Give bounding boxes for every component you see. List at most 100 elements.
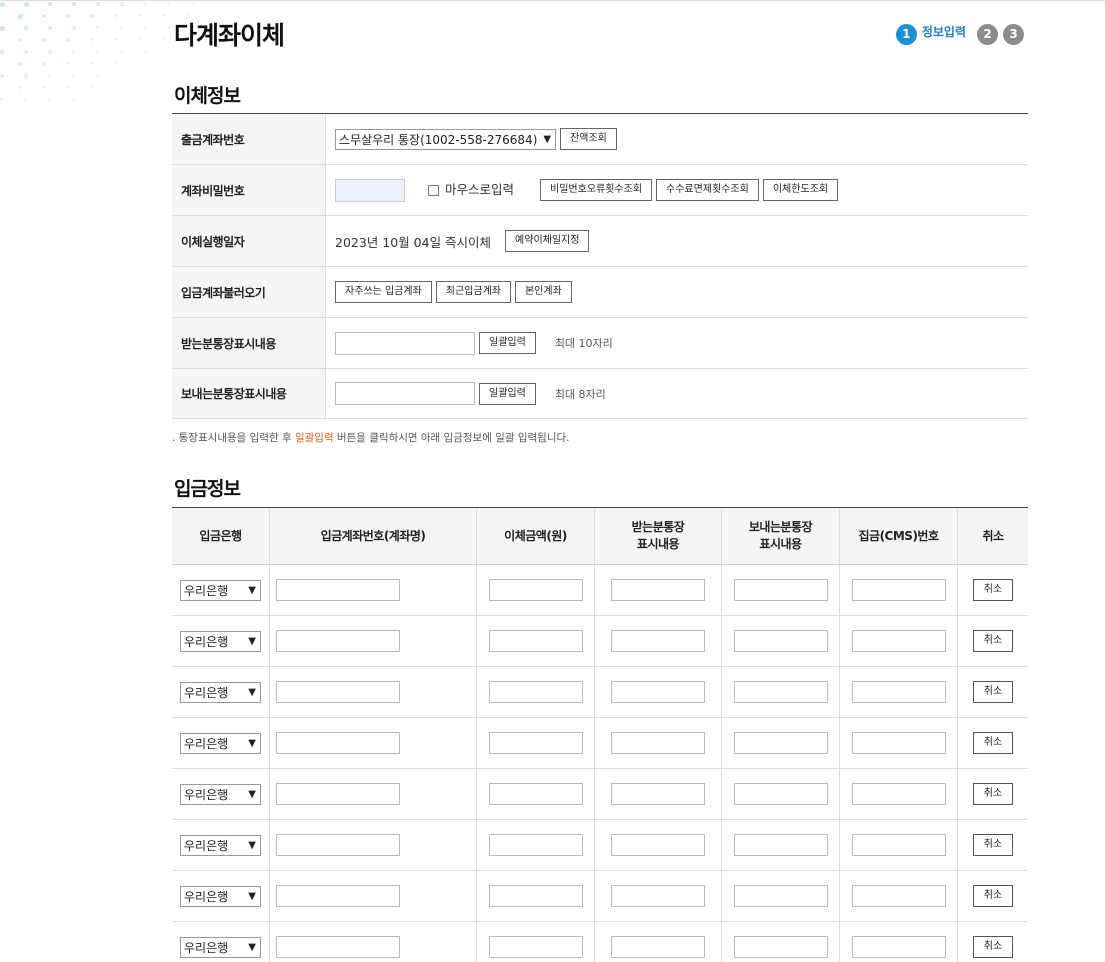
receiver-memo-cell bbox=[595, 616, 722, 666]
deposit-account-input[interactable] bbox=[276, 579, 400, 601]
decorative-dot bbox=[42, 62, 46, 66]
mouse-input-checkbox[interactable] bbox=[428, 184, 439, 196]
receiver-memo-row-input[interactable] bbox=[611, 783, 705, 805]
amount-input[interactable] bbox=[488, 681, 583, 703]
sender-memo-row-input[interactable] bbox=[733, 783, 828, 805]
withdraw-account-row: 출금계좌번호 스무살우리 통장(1002-558-276684) ▼ 잔액조회 bbox=[172, 114, 1028, 165]
amount-input[interactable] bbox=[488, 834, 583, 856]
sender-memo-bulk-button[interactable]: 일괄입력 bbox=[479, 382, 536, 405]
deposit-info-title: 입금정보 bbox=[174, 478, 241, 500]
decorative-dot bbox=[0, 2, 5, 7]
receiver-memo-row-input[interactable] bbox=[611, 732, 705, 754]
amount-input[interactable] bbox=[488, 732, 583, 754]
balance-inquiry-button[interactable]: 잔액조회 bbox=[560, 128, 617, 150]
own-account-button[interactable]: 본인계좌 bbox=[514, 281, 572, 303]
sender-memo-row-input[interactable] bbox=[733, 681, 828, 703]
password-row: 계좌비밀번호 마우스로입력 비밀번호오류횟수조회 수수료면제횟수조회 이체한도조… bbox=[172, 165, 1028, 216]
bank-select[interactable]: 우리은행 ▼ bbox=[180, 681, 261, 703]
bank-cell: 우리은행 ▼ bbox=[172, 667, 270, 717]
receiver-memo-row-input[interactable] bbox=[611, 630, 705, 652]
sender-memo-row-input[interactable] bbox=[733, 885, 828, 907]
amount-input[interactable] bbox=[488, 783, 583, 805]
sender-memo-row: 보내는분통장표시내용 일괄입력 최대 8자리 bbox=[172, 369, 1028, 419]
cms-number-input[interactable] bbox=[851, 732, 946, 754]
receiver-memo-bulk-button[interactable]: 일괄입력 bbox=[479, 332, 536, 354]
amount-input[interactable] bbox=[488, 630, 583, 652]
sender-memo-row-input[interactable] bbox=[733, 936, 828, 958]
cms-number-input[interactable] bbox=[851, 579, 946, 601]
bank-select[interactable]: 우리은행 ▼ bbox=[180, 936, 261, 958]
receiver-memo-row-input[interactable] bbox=[611, 834, 705, 856]
decorative-dot bbox=[0, 74, 4, 78]
cancel-button[interactable]: 취소 bbox=[972, 834, 1014, 856]
cms-number-input[interactable] bbox=[851, 885, 946, 907]
fee-exemption-count-button[interactable]: 수수료면제횟수조회 bbox=[656, 179, 759, 201]
bank-select-value: 우리은행 bbox=[184, 838, 229, 853]
decorative-dot bbox=[96, 26, 100, 30]
sender-memo-row-input[interactable] bbox=[733, 579, 828, 601]
amount-input[interactable] bbox=[488, 885, 583, 907]
sender-memo-input[interactable] bbox=[335, 382, 475, 405]
cms-number-input[interactable] bbox=[851, 681, 946, 703]
password-error-count-button[interactable]: 비밀번호오류횟수조회 bbox=[540, 179, 653, 201]
bank-select[interactable]: 우리은행 ▼ bbox=[180, 630, 261, 652]
receiver-memo-row-input[interactable] bbox=[611, 681, 705, 703]
deposit-account-input[interactable] bbox=[276, 732, 400, 754]
bank-select[interactable]: 우리은행 ▼ bbox=[180, 783, 261, 805]
deposit-account-input[interactable] bbox=[276, 681, 400, 703]
cms-number-input[interactable] bbox=[851, 783, 946, 805]
bank-select[interactable]: 우리은행 ▼ bbox=[180, 885, 261, 907]
cancel-button[interactable]: 취소 bbox=[972, 885, 1014, 907]
amount-cell bbox=[477, 718, 595, 768]
table-row: 우리은행 ▼ 취소 bbox=[172, 871, 1028, 922]
step-1-label: 정보입력 bbox=[921, 25, 966, 39]
sender-memo-row-input[interactable] bbox=[733, 630, 828, 652]
decorative-dot bbox=[96, 50, 100, 54]
cms-number-input[interactable] bbox=[851, 630, 946, 652]
deposit-account-input[interactable] bbox=[276, 630, 400, 652]
table-row: 우리은행 ▼ 취소 bbox=[172, 769, 1028, 820]
receiver-memo-row-input[interactable] bbox=[611, 885, 705, 907]
load-account-label: 입금계좌불러오기 bbox=[172, 267, 326, 317]
cancel-button[interactable]: 취소 bbox=[972, 579, 1014, 601]
cancel-button[interactable]: 취소 bbox=[972, 783, 1014, 805]
amount-input[interactable] bbox=[488, 579, 583, 601]
cancel-cell: 취소 bbox=[958, 871, 1028, 921]
cms-number-input[interactable] bbox=[851, 936, 946, 958]
receiver-memo-row-input[interactable] bbox=[611, 579, 705, 601]
cancel-button[interactable]: 취소 bbox=[972, 732, 1014, 754]
account-password-input[interactable] bbox=[335, 178, 405, 202]
frequent-account-button[interactable]: 자주쓰는 입금계좌 bbox=[335, 281, 432, 303]
cancel-cell: 취소 bbox=[958, 616, 1028, 666]
withdraw-account-select[interactable]: 스무살우리 통장(1002-558-276684) ▼ bbox=[335, 128, 557, 150]
reserve-transfer-button[interactable]: 예약이체일지정 bbox=[505, 230, 590, 252]
amount-cell bbox=[477, 820, 595, 870]
receiver-memo-input[interactable] bbox=[335, 331, 475, 355]
cancel-button[interactable]: 취소 bbox=[972, 936, 1014, 958]
cancel-cell: 취소 bbox=[958, 769, 1028, 819]
deposit-account-input[interactable] bbox=[276, 783, 400, 805]
bank-select[interactable]: 우리은행 ▼ bbox=[180, 732, 261, 754]
cms-number-input[interactable] bbox=[851, 834, 946, 856]
recent-account-button[interactable]: 최근입금계좌 bbox=[435, 281, 511, 303]
bank-select[interactable]: 우리은행 ▼ bbox=[180, 834, 261, 856]
cancel-button[interactable]: 취소 bbox=[972, 681, 1014, 703]
deposit-account-input[interactable] bbox=[276, 885, 400, 907]
receiver-memo-hint: 최대 10자리 bbox=[554, 337, 613, 350]
receiver-memo-row-input[interactable] bbox=[611, 936, 705, 958]
cms-cell bbox=[840, 718, 958, 768]
cms-cell bbox=[840, 820, 958, 870]
receiver-memo-cell bbox=[595, 565, 722, 615]
sender-memo-row-input[interactable] bbox=[733, 834, 828, 856]
bank-select[interactable]: 우리은행 ▼ bbox=[180, 579, 261, 601]
deposit-account-input[interactable] bbox=[276, 834, 400, 856]
decorative-dot bbox=[66, 62, 70, 66]
cancel-button[interactable]: 취소 bbox=[972, 630, 1014, 652]
bank-select-value: 우리은행 bbox=[184, 736, 229, 751]
decorative-dot bbox=[120, 2, 124, 6]
deposit-account-input[interactable] bbox=[276, 936, 400, 958]
amount-input[interactable] bbox=[488, 936, 583, 958]
sender-memo-row-input[interactable] bbox=[733, 732, 828, 754]
decorative-dot bbox=[48, 98, 51, 101]
transfer-limit-button[interactable]: 이체한도조회 bbox=[762, 179, 839, 201]
